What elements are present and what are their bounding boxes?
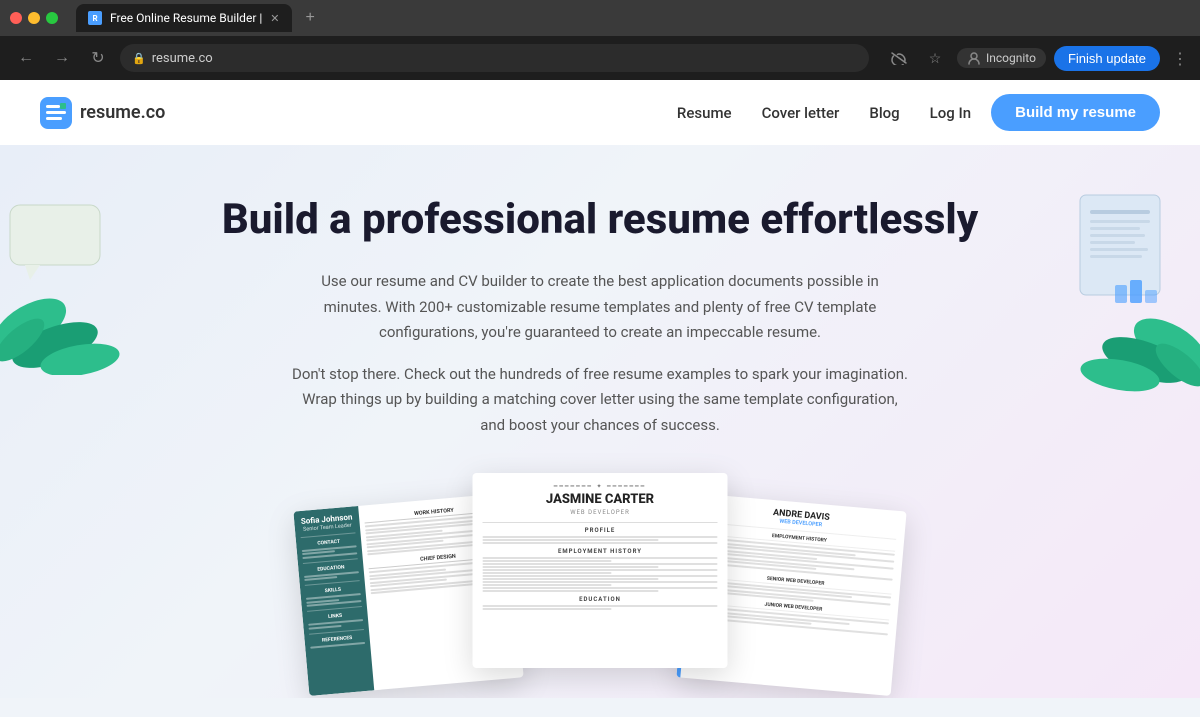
resume-previews: Sofia Johnson Senior Team Leader Contact… — [40, 468, 1160, 668]
tab-title: Free Online Resume Builder | — [110, 11, 262, 25]
forward-button[interactable]: → — [48, 44, 76, 72]
site-navigation: resume.co Resume Cover letter Blog Log I… — [0, 80, 1200, 145]
nav-links: Resume Cover letter Blog — [677, 104, 900, 122]
hero-description-1: Use our resume and CV builder to create … — [300, 269, 900, 346]
nav-blog[interactable]: Blog — [869, 104, 899, 122]
resume-preview-left: Sofia Johnson Senior Team Leader Contact… — [276, 488, 500, 684]
logo-text: resume.co — [80, 102, 165, 123]
nav-resume[interactable]: Resume — [677, 104, 732, 122]
resume-preview-center: ━━━━━━━ ✦ ━━━━━━━ JASMINE CARTER WEB DEV… — [473, 473, 728, 668]
browser-actions: ☆ Incognito Finish update ⋮ — [885, 44, 1188, 72]
website-content: resume.co Resume Cover letter Blog Log I… — [0, 80, 1200, 717]
logo[interactable]: resume.co — [40, 97, 165, 129]
new-tab-button[interactable]: + — [300, 9, 321, 27]
url-text: resume.co — [152, 51, 213, 66]
close-window-btn[interactable] — [10, 12, 22, 24]
active-tab[interactable]: R Free Online Resume Builder | ✕ — [76, 4, 292, 32]
browser-window: R Free Online Resume Builder | ✕ + ← → ↻… — [0, 0, 1200, 80]
incognito-badge: Incognito — [957, 48, 1046, 68]
tab-bar: R Free Online Resume Builder | ✕ + — [0, 0, 1200, 36]
maximize-window-btn[interactable] — [46, 12, 58, 24]
nav-cover-letter[interactable]: Cover letter — [762, 104, 840, 122]
tab-favicon: R — [88, 11, 102, 25]
hero-section: Build a professional resume effortlessly… — [0, 145, 1200, 698]
hero-description-2: Don't stop there. Check out the hundreds… — [290, 362, 910, 439]
login-button[interactable]: Log In — [930, 104, 971, 122]
incognito-label: Incognito — [986, 51, 1036, 65]
address-bar: ← → ↻ 🔒 resume.co ☆ Incognito Finish upd… — [0, 36, 1200, 80]
window-controls — [10, 12, 58, 24]
resume-preview-right: ANDRE DAVIS WEB DEVELOPER Employment His… — [700, 488, 924, 684]
bookmark-icon[interactable]: ☆ — [921, 44, 949, 72]
url-bar[interactable]: 🔒 resume.co — [120, 44, 869, 72]
build-resume-button[interactable]: Build my resume — [991, 94, 1160, 131]
eye-off-icon[interactable] — [885, 44, 913, 72]
deco-right — [1060, 175, 1200, 395]
svg-text:R: R — [92, 14, 97, 23]
hero-title: Build a professional resume effortlessly — [40, 195, 1160, 245]
center-resume-name: JASMINE CARTER — [483, 492, 718, 507]
browser-menu-icon[interactable]: ⋮ — [1172, 49, 1188, 68]
deco-left — [0, 175, 140, 375]
finish-update-button[interactable]: Finish update — [1054, 46, 1160, 71]
back-button[interactable]: ← — [12, 44, 40, 72]
lock-icon: 🔒 — [132, 52, 146, 65]
minimize-window-btn[interactable] — [28, 12, 40, 24]
tab-close-btn[interactable]: ✕ — [270, 12, 279, 25]
center-resume-role: WEB DEVELOPER — [483, 509, 718, 516]
refresh-button[interactable]: ↻ — [84, 44, 112, 72]
